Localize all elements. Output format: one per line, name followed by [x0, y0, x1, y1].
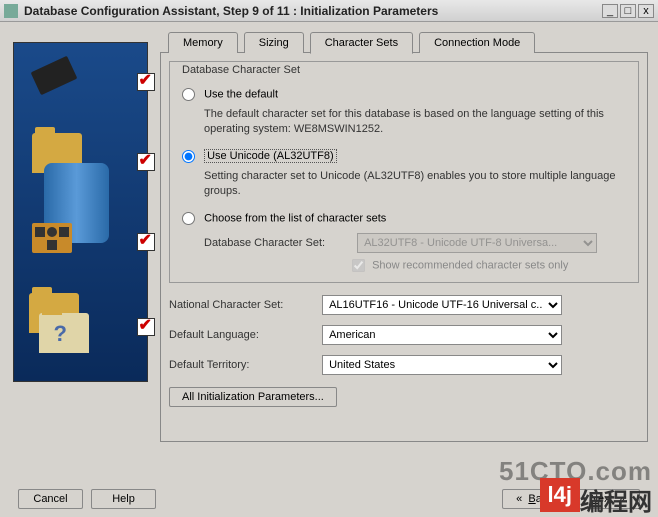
- main-area: ? Memory Sizing Character Sets Connectio…: [0, 22, 658, 472]
- tab-character-sets[interactable]: Character Sets: [310, 32, 413, 54]
- default-territory-select[interactable]: United States: [322, 355, 562, 375]
- radio-use-unicode-label: Use Unicode (AL32UTF8): [204, 149, 337, 163]
- back-button[interactable]: « Back: [502, 489, 567, 509]
- tab-memory[interactable]: Memory: [168, 32, 238, 53]
- radio-choose-list-label: Choose from the list of character sets: [204, 212, 386, 224]
- minimize-button[interactable]: _: [602, 4, 618, 18]
- default-description: The default character set for this datab…: [204, 107, 626, 138]
- db-charset-select: AL32UTF8 - Unicode UTF-8 Universa...: [357, 233, 597, 253]
- content-area: Memory Sizing Character Sets Connection …: [160, 22, 658, 472]
- app-icon: [4, 4, 18, 18]
- db-charset-fieldset: Database Character Set Use the default T…: [169, 61, 639, 283]
- sidebar-graphic: ?: [13, 42, 148, 382]
- radio-choose-list[interactable]: [182, 212, 195, 225]
- national-charset-select[interactable]: AL16UTF16 - Unicode UTF-16 Universal c..…: [322, 295, 562, 315]
- show-recommended-checkbox: [352, 259, 365, 272]
- radio-use-default-label: Use the default: [204, 88, 278, 100]
- national-charset-label: National Character Set:: [169, 299, 319, 311]
- default-territory-label: Default Territory:: [169, 359, 319, 371]
- radio-use-default[interactable]: [182, 88, 195, 101]
- default-language-label: Default Language:: [169, 329, 319, 341]
- help-folder-icon: ?: [39, 313, 89, 353]
- close-button[interactable]: x: [638, 4, 654, 18]
- tab-bar: Memory Sizing Character Sets Connection …: [160, 32, 648, 53]
- show-recommended-label: Show recommended character sets only: [372, 259, 568, 271]
- step-check-icon: [137, 73, 155, 91]
- help-button[interactable]: Help: [91, 489, 156, 509]
- step-check-icon: [137, 233, 155, 251]
- window-title: Database Configuration Assistant, Step 9…: [24, 4, 600, 18]
- step-check-icon: [137, 153, 155, 171]
- chip-icon: [30, 56, 77, 96]
- step-check-icon: [137, 318, 155, 336]
- radio-use-unicode[interactable]: [182, 150, 195, 163]
- wizard-sidebar: ?: [0, 22, 160, 472]
- maximize-button[interactable]: □: [620, 4, 636, 18]
- fieldset-legend: Database Character Set: [178, 64, 304, 76]
- shapes-icon: [32, 223, 72, 253]
- button-bar: Cancel Help « Back Next »: [0, 489, 658, 509]
- next-button[interactable]: Next »: [575, 489, 640, 509]
- db-charset-label: Database Character Set:: [204, 237, 354, 249]
- tab-connection-mode[interactable]: Connection Mode: [419, 32, 535, 53]
- tab-panel: Database Character Set Use the default T…: [160, 52, 648, 442]
- tab-sizing[interactable]: Sizing: [244, 32, 304, 53]
- titlebar: Database Configuration Assistant, Step 9…: [0, 0, 658, 22]
- cancel-button[interactable]: Cancel: [18, 489, 83, 509]
- all-init-params-button[interactable]: All Initialization Parameters...: [169, 387, 337, 407]
- unicode-description: Setting character set to Unicode (AL32UT…: [204, 169, 626, 200]
- default-language-select[interactable]: American: [322, 325, 562, 345]
